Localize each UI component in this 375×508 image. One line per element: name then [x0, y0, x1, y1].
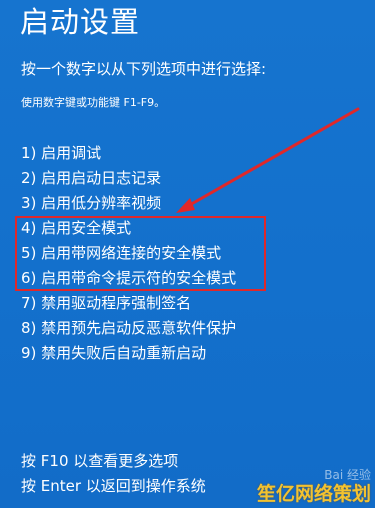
watermark: Bai 经验 笙亿网络策划 — [257, 468, 371, 506]
page-title: 启动设置 — [20, 5, 141, 39]
startup-options-list: 1) 启用调试 2) 启用启动日志记录 3) 启用低分辨率视频 4) 启用安全模… — [21, 141, 236, 366]
boot-settings-screen: 启动设置 按一个数字以从下列选项中进行选择: 使用数字键或功能键 F1-F9。 … — [0, 0, 375, 508]
option-disable-early-launch-anti-malware[interactable]: 8) 禁用预先启动反恶意软件保护 — [21, 316, 236, 341]
option-disable-auto-restart-on-failure[interactable]: 9) 禁用失败后自动重新启动 — [21, 341, 236, 366]
option-safe-mode-with-networking[interactable]: 5) 启用带网络连接的安全模式 — [21, 241, 236, 266]
site-watermark: 笙亿网络策划 — [256, 483, 371, 505]
option-enable-debugging[interactable]: 1) 启用调试 — [21, 141, 236, 166]
option-enable-low-resolution-video[interactable]: 3) 启用低分辨率视频 — [21, 191, 236, 216]
footer: 按 F10 以查看更多选项 按 Enter 以返回到操作系统 — [21, 449, 206, 499]
option-enable-safe-mode[interactable]: 4) 启用安全模式 — [21, 216, 236, 241]
baidu-jingyan-watermark: Bai 经验 — [324, 468, 371, 482]
key-hint-text: 使用数字键或功能键 F1-F9。 — [21, 96, 166, 109]
return-to-os-enter[interactable]: 按 Enter 以返回到操作系统 — [21, 474, 206, 499]
more-options-f10[interactable]: 按 F10 以查看更多选项 — [21, 449, 206, 474]
option-safe-mode-with-command-prompt[interactable]: 6) 启用带命令提示符的安全模式 — [21, 266, 236, 291]
option-enable-boot-logging[interactable]: 2) 启用启动日志记录 — [21, 166, 236, 191]
option-disable-driver-signature-enforcement[interactable]: 7) 禁用驱动程序强制签名 — [21, 291, 236, 316]
instruction-text: 按一个数字以从下列选项中进行选择: — [21, 60, 267, 78]
